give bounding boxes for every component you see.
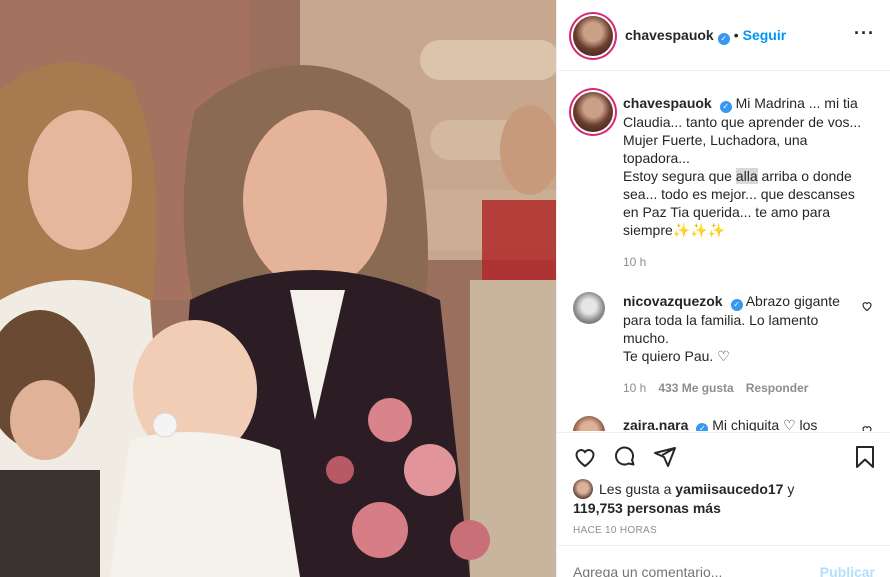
bookmark-icon[interactable] <box>853 445 877 469</box>
comment-body-2: Te quiero Pau. <box>623 348 714 364</box>
separator-dot: • <box>733 27 739 43</box>
more-options-icon[interactable]: ··· <box>854 24 875 42</box>
author-username[interactable]: chavespauok <box>625 27 714 43</box>
heart-icon[interactable] <box>573 445 597 469</box>
comments-list[interactable]: chavespauok ✓ Mi Madrina ... mi tia Claud… <box>557 72 890 431</box>
likes-and: y <box>783 481 795 497</box>
verified-icon: ✓ <box>730 299 743 311</box>
comment-heart-icon[interactable] <box>861 300 873 312</box>
share-icon[interactable] <box>653 445 677 469</box>
photo-illustration <box>0 0 556 577</box>
follow-button[interactable]: Seguir <box>743 27 787 43</box>
caption-time[interactable]: 10 h <box>623 255 646 269</box>
caption-highlight: alla <box>735 168 758 184</box>
caption-meta: 10 h <box>623 253 863 271</box>
comment-text: zaira.nara ✓ Mi chiquita ♡ los <box>623 416 863 431</box>
action-bar: Les gusta a yamiisaucedo17 y 119,753 per… <box>557 432 890 545</box>
comment-text: nicovazquezok ✓ Abrazo gigante para toda … <box>623 292 863 397</box>
liker-avatar <box>573 479 593 499</box>
post-header: chavespauok ✓ • Seguir ··· <box>557 0 890 71</box>
likes-summary[interactable]: Les gusta a yamiisaucedo17 y 119,753 per… <box>573 479 873 517</box>
verified-icon: ✓ <box>717 33 730 45</box>
caption-avatar[interactable] <box>573 92 613 132</box>
comment-input[interactable] <box>573 564 793 577</box>
caption-username[interactable]: chavespauok <box>623 95 712 111</box>
comment-icon[interactable] <box>613 445 637 469</box>
comment-body: Mi chiquita ♡ los <box>712 417 818 431</box>
likes-count[interactable]: 119,753 personas más <box>573 500 721 516</box>
commenter-avatar[interactable] <box>573 292 605 324</box>
comment-likes[interactable]: 433 Me gusta <box>658 381 733 395</box>
post-photo[interactable] <box>0 0 556 577</box>
verified-icon: ✓ <box>719 101 732 113</box>
commenter-username[interactable]: zaira.nara <box>623 417 688 431</box>
verified-icon: ✓ <box>696 423 709 431</box>
liker-username[interactable]: yamiisaucedo17 <box>675 481 783 497</box>
reply-button[interactable]: Responder <box>746 381 809 395</box>
comment-heart-icon[interactable] <box>861 424 873 431</box>
caption-text: chavespauok ✓ Mi Madrina ... mi tia Claud… <box>623 94 863 271</box>
post-panel: chavespauok ✓ • Seguir ··· chavespauok ✓ Mi … <box>556 0 890 577</box>
add-comment-bar: Publicar <box>557 545 890 577</box>
publish-button[interactable]: Publicar <box>820 564 875 577</box>
sparkles-emoji: ✨✨✨ <box>672 222 726 238</box>
commenter-username[interactable]: nicovazquezok <box>623 293 723 309</box>
post-timestamp[interactable]: HACE 10 HORAS <box>573 525 657 536</box>
heart-emoji: ♡ <box>717 348 730 364</box>
header-user: chavespauok ✓ • Seguir <box>625 27 786 45</box>
likes-prefix: Les gusta a <box>599 481 676 497</box>
author-avatar[interactable] <box>573 16 613 56</box>
comment-time[interactable]: 10 h <box>623 381 646 395</box>
caption-body-2a: Estoy segura que <box>623 168 736 184</box>
comment-meta: 10 h 433 Me gusta Responder <box>623 379 863 397</box>
commenter-avatar[interactable] <box>573 416 605 431</box>
